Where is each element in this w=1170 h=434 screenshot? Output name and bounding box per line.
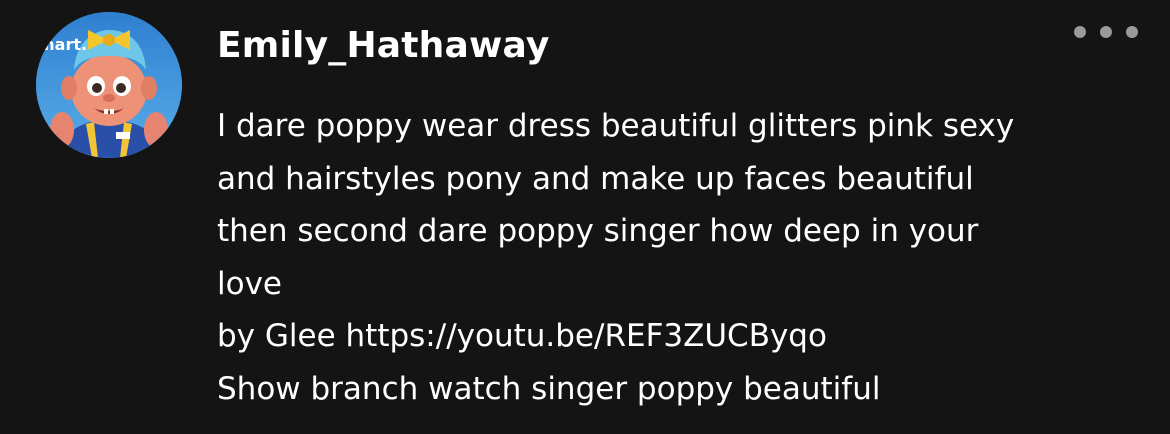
username[interactable]: Emily_Hathaway xyxy=(217,20,550,72)
troll-character-avatar-icon: mart. xyxy=(36,12,182,158)
comment-line: and hairstyles pony and make up faces be… xyxy=(217,160,974,197)
more-horizontal-icon-dot xyxy=(1100,26,1112,38)
comment-line: by Glee https://youtu.be/REF3ZUCByqo xyxy=(217,310,1137,363)
avatar[interactable]: mart. xyxy=(36,12,182,158)
youtube-link[interactable]: https://youtu.be/REF3ZUCByqo xyxy=(346,318,827,354)
more-horizontal-icon-dot xyxy=(1126,26,1138,38)
comment-line: love xyxy=(217,265,282,302)
comment-line: then second dare poppy singer how deep i… xyxy=(217,213,979,249)
more-horizontal-icon xyxy=(1074,26,1086,38)
more-options-button[interactable] xyxy=(1074,20,1138,44)
comment-line: Show branch watch singer poppy beautiful xyxy=(217,370,881,407)
comment-card: mart. Emily_Hathaway I dare poppy wear d… xyxy=(0,0,1170,434)
comment-text-prefix: by Glee xyxy=(217,318,346,354)
comment-body: I dare poppy wear dress beautiful glitte… xyxy=(217,100,1137,415)
comment-line: I dare poppy wear dress beautiful glitte… xyxy=(217,108,1015,144)
avatar-badge-text: mart. xyxy=(38,35,87,54)
